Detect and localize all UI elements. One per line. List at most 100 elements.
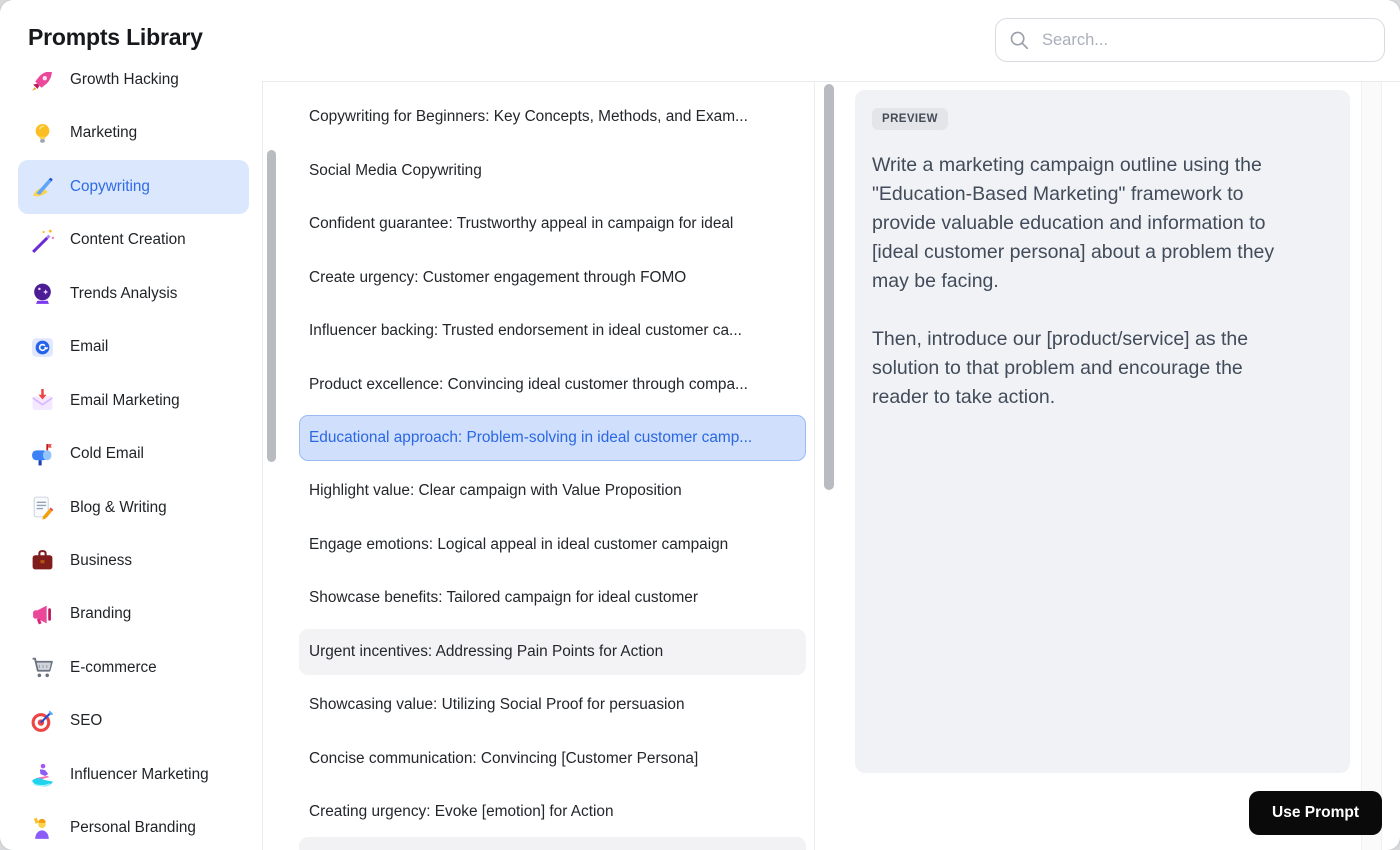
prompt-item-label: Educational approach: Problem-solving in… xyxy=(309,429,753,447)
preview-card: PREVIEW Write a marketing campaign outli… xyxy=(855,90,1350,773)
prompt-item-showcasing-value-utilizing-social-proof-for-persuasion[interactable]: Showcasing value: Utilizing Social Proof… xyxy=(283,679,814,732)
crystal-ball-icon xyxy=(30,281,55,306)
sidebar-scrollbar-thumb[interactable] xyxy=(267,150,276,462)
sidebar-item-influencer-marketing[interactable]: Influencer Marketing xyxy=(18,748,249,801)
prompt-item-product-excellence-convincing-ideal-customer-through-compa[interactable]: Product excellence: Convincing ideal cus… xyxy=(283,358,814,411)
sidebar-item-seo[interactable]: SEO xyxy=(18,695,249,748)
prompt-item-label: Create urgency: Customer engagement thro… xyxy=(309,268,687,286)
prompt-item-label: Confident guarantee: Trustworthy appeal … xyxy=(309,215,734,233)
sidebar-item-blog-writing[interactable]: Blog & Writing xyxy=(18,481,249,534)
prompt-item-engage-emotions-logical-appeal-in-ideal-customer-campaign[interactable]: Engage emotions: Logical appeal in ideal… xyxy=(283,518,814,571)
target-icon xyxy=(30,709,55,734)
prompt-item-label: Influencer backing: Trusted endorsement … xyxy=(309,322,742,340)
list-divider xyxy=(814,81,815,850)
sidebar-item-label: Email xyxy=(70,338,109,356)
megaphone-icon xyxy=(30,602,55,627)
prompt-item-label: Engage emotions: Logical appeal in ideal… xyxy=(309,535,729,553)
surfer-icon xyxy=(30,762,55,787)
sidebar-item-email-marketing[interactable]: Email Marketing xyxy=(18,374,249,427)
prompt-item-pill: Highlight value: Clear campaign with Val… xyxy=(299,469,806,514)
sidebar-item-label: E-commerce xyxy=(70,658,157,676)
search-box[interactable] xyxy=(995,18,1385,62)
prompt-item-influencer-backing-trusted-endorsement-in-ideal-customer-ca[interactable]: Influencer backing: Trusted endorsement … xyxy=(283,304,814,357)
search-input[interactable] xyxy=(1040,29,1372,51)
prompt-item-pill: Engage emotions: Logical appeal in ideal… xyxy=(299,522,806,567)
prompt-list-panel: Copywriting for Beginners: Key Concepts,… xyxy=(283,81,814,850)
sidebar-item-content-creation[interactable]: Content Creation xyxy=(18,214,249,267)
shopping-cart-icon xyxy=(30,655,55,680)
prompt-item-label: Highlight value: Clear campaign with Val… xyxy=(309,482,682,500)
sidebar-item-label: SEO xyxy=(70,712,103,730)
sidebar-item-label: Personal Branding xyxy=(70,819,196,837)
prompt-item-urgent-incentives-addressing-pain-points-for-action[interactable]: Urgent incentives: Addressing Pain Point… xyxy=(283,625,814,678)
prompt-item-concise-communication-convincing-customer-persona[interactable]: Concise communication: Convincing [Custo… xyxy=(283,732,814,785)
briefcase-icon xyxy=(30,548,55,573)
rocket-icon xyxy=(30,72,55,93)
prompt-item-highlight-value-clear-campaign-with-value-proposition[interactable]: Highlight value: Clear campaign with Val… xyxy=(283,465,814,518)
sidebar-divider xyxy=(262,81,263,850)
sidebar-item-label: Content Creation xyxy=(70,231,186,249)
prompt-list-scrollbar-thumb[interactable] xyxy=(824,84,834,490)
prompt-item-pill: Product excellence: Convincing ideal cus… xyxy=(299,362,806,407)
sidebar-item-e-commerce[interactable]: E-commerce xyxy=(18,641,249,694)
prompt-item-confident-guarantee-trustworthy-appeal-in-campaign-for-ideal[interactable]: Confident guarantee: Trustworthy appeal … xyxy=(283,198,814,251)
search-icon xyxy=(1008,29,1030,51)
prompt-item-label: Social Media Copywriting xyxy=(309,161,482,179)
prompt-list: Copywriting for Beginners: Key Concepts,… xyxy=(283,91,814,839)
prompt-item-label: Creating urgency: Evoke [emotion] for Ac… xyxy=(309,803,614,821)
prompt-item-pill: Concise communication: Convincing [Custo… xyxy=(299,736,806,781)
sidebar-item-label: Blog & Writing xyxy=(70,498,167,516)
sidebar-item-label: Cold Email xyxy=(70,445,144,463)
memo-pencil-icon xyxy=(30,495,55,520)
prompt-item-label: Concise communication: Convincing [Custo… xyxy=(309,749,699,767)
raising-hand-icon xyxy=(30,816,55,841)
sidebar-item-label: Branding xyxy=(70,605,132,623)
mailbox-icon xyxy=(30,442,55,467)
preview-paragraph-1: Write a marketing campaign outline using… xyxy=(872,154,1275,292)
use-prompt-button[interactable]: Use Prompt xyxy=(1249,791,1382,835)
sidebar-item-copywriting[interactable]: Copywriting xyxy=(18,160,249,214)
app-window: Prompts Library Growth Hacking Marketing… xyxy=(0,0,1400,850)
sidebar-item-marketing[interactable]: Marketing xyxy=(18,107,249,160)
prompt-item-pill: Creating urgency: Evoke [emotion] for Ac… xyxy=(299,789,806,834)
sidebar-item-label: Business xyxy=(70,551,133,569)
sidebar-item-cold-email[interactable]: Cold Email xyxy=(18,427,249,480)
sidebar: Growth Hacking Marketing Copywriting Con… xyxy=(0,72,262,850)
prompt-item-copywriting-for-beginners-key-concepts-methods-and-exam[interactable]: Copywriting for Beginners: Key Concepts,… xyxy=(283,91,814,144)
sidebar-category-list: Growth Hacking Marketing Copywriting Con… xyxy=(0,72,262,850)
writing-hand-icon xyxy=(30,174,55,199)
preview-panel: PREVIEW Write a marketing campaign outli… xyxy=(840,81,1400,850)
prompt-item-label: Product excellence: Convincing ideal cus… xyxy=(309,375,748,393)
prompt-item-create-urgency-customer-engagement-through-fomo[interactable]: Create urgency: Customer engagement thro… xyxy=(283,251,814,304)
sidebar-item-email[interactable]: Email xyxy=(18,321,249,374)
preview-badge: PREVIEW xyxy=(872,108,948,130)
sidebar-item-business[interactable]: Business xyxy=(18,534,249,587)
sidebar-item-label: Growth Hacking xyxy=(70,72,179,89)
prompt-item-pill: Urgent incentives: Addressing Pain Point… xyxy=(299,629,806,675)
sidebar-item-label: Marketing xyxy=(70,124,138,142)
email-icon xyxy=(30,335,55,360)
sidebar-item-label: Email Marketing xyxy=(70,391,180,409)
prompt-item-label: Showcase benefits: Tailored campaign for… xyxy=(309,589,698,607)
sidebar-item-growth-hacking[interactable]: Growth Hacking xyxy=(18,72,249,107)
sidebar-item-label: Trends Analysis xyxy=(70,284,178,302)
prompt-item-social-media-copywriting[interactable]: Social Media Copywriting xyxy=(283,144,814,197)
sidebar-item-branding[interactable]: Branding xyxy=(18,588,249,641)
prompt-item-showcase-benefits-tailored-campaign-for-ideal-customer[interactable]: Showcase benefits: Tailored campaign for… xyxy=(283,572,814,625)
prompt-item-label: Copywriting for Beginners: Key Concepts,… xyxy=(309,108,748,126)
sidebar-item-label: Influencer Marketing xyxy=(70,765,209,783)
sidebar-item-personal-branding[interactable]: Personal Branding xyxy=(18,801,249,850)
prompt-item-pill: Showcase benefits: Tailored campaign for… xyxy=(299,576,806,621)
preview-scrollbar-track[interactable] xyxy=(1361,82,1382,850)
prompt-item-creating-urgency-evoke-emotion-for-action[interactable]: Creating urgency: Evoke [emotion] for Ac… xyxy=(283,785,814,838)
prompt-item-pill: Showcasing value: Utilizing Social Proof… xyxy=(299,683,806,728)
prompt-item-educational-approach-problem-solving-in-ideal-customer-camp[interactable]: Educational approach: Problem-solving in… xyxy=(283,411,814,464)
prompt-item-pill: Confident guarantee: Trustworthy appeal … xyxy=(299,202,806,247)
prompt-item-pill: Create urgency: Customer engagement thro… xyxy=(299,255,806,300)
partially-visible-list-item xyxy=(299,837,806,850)
prompt-item-pill: Influencer backing: Trusted endorsement … xyxy=(299,308,806,353)
prompt-item-label: Showcasing value: Utilizing Social Proof… xyxy=(309,696,685,714)
sidebar-item-trends-analysis[interactable]: Trends Analysis xyxy=(18,267,249,320)
magic-wand-icon xyxy=(30,228,55,253)
prompt-item-label: Urgent incentives: Addressing Pain Point… xyxy=(309,642,664,660)
